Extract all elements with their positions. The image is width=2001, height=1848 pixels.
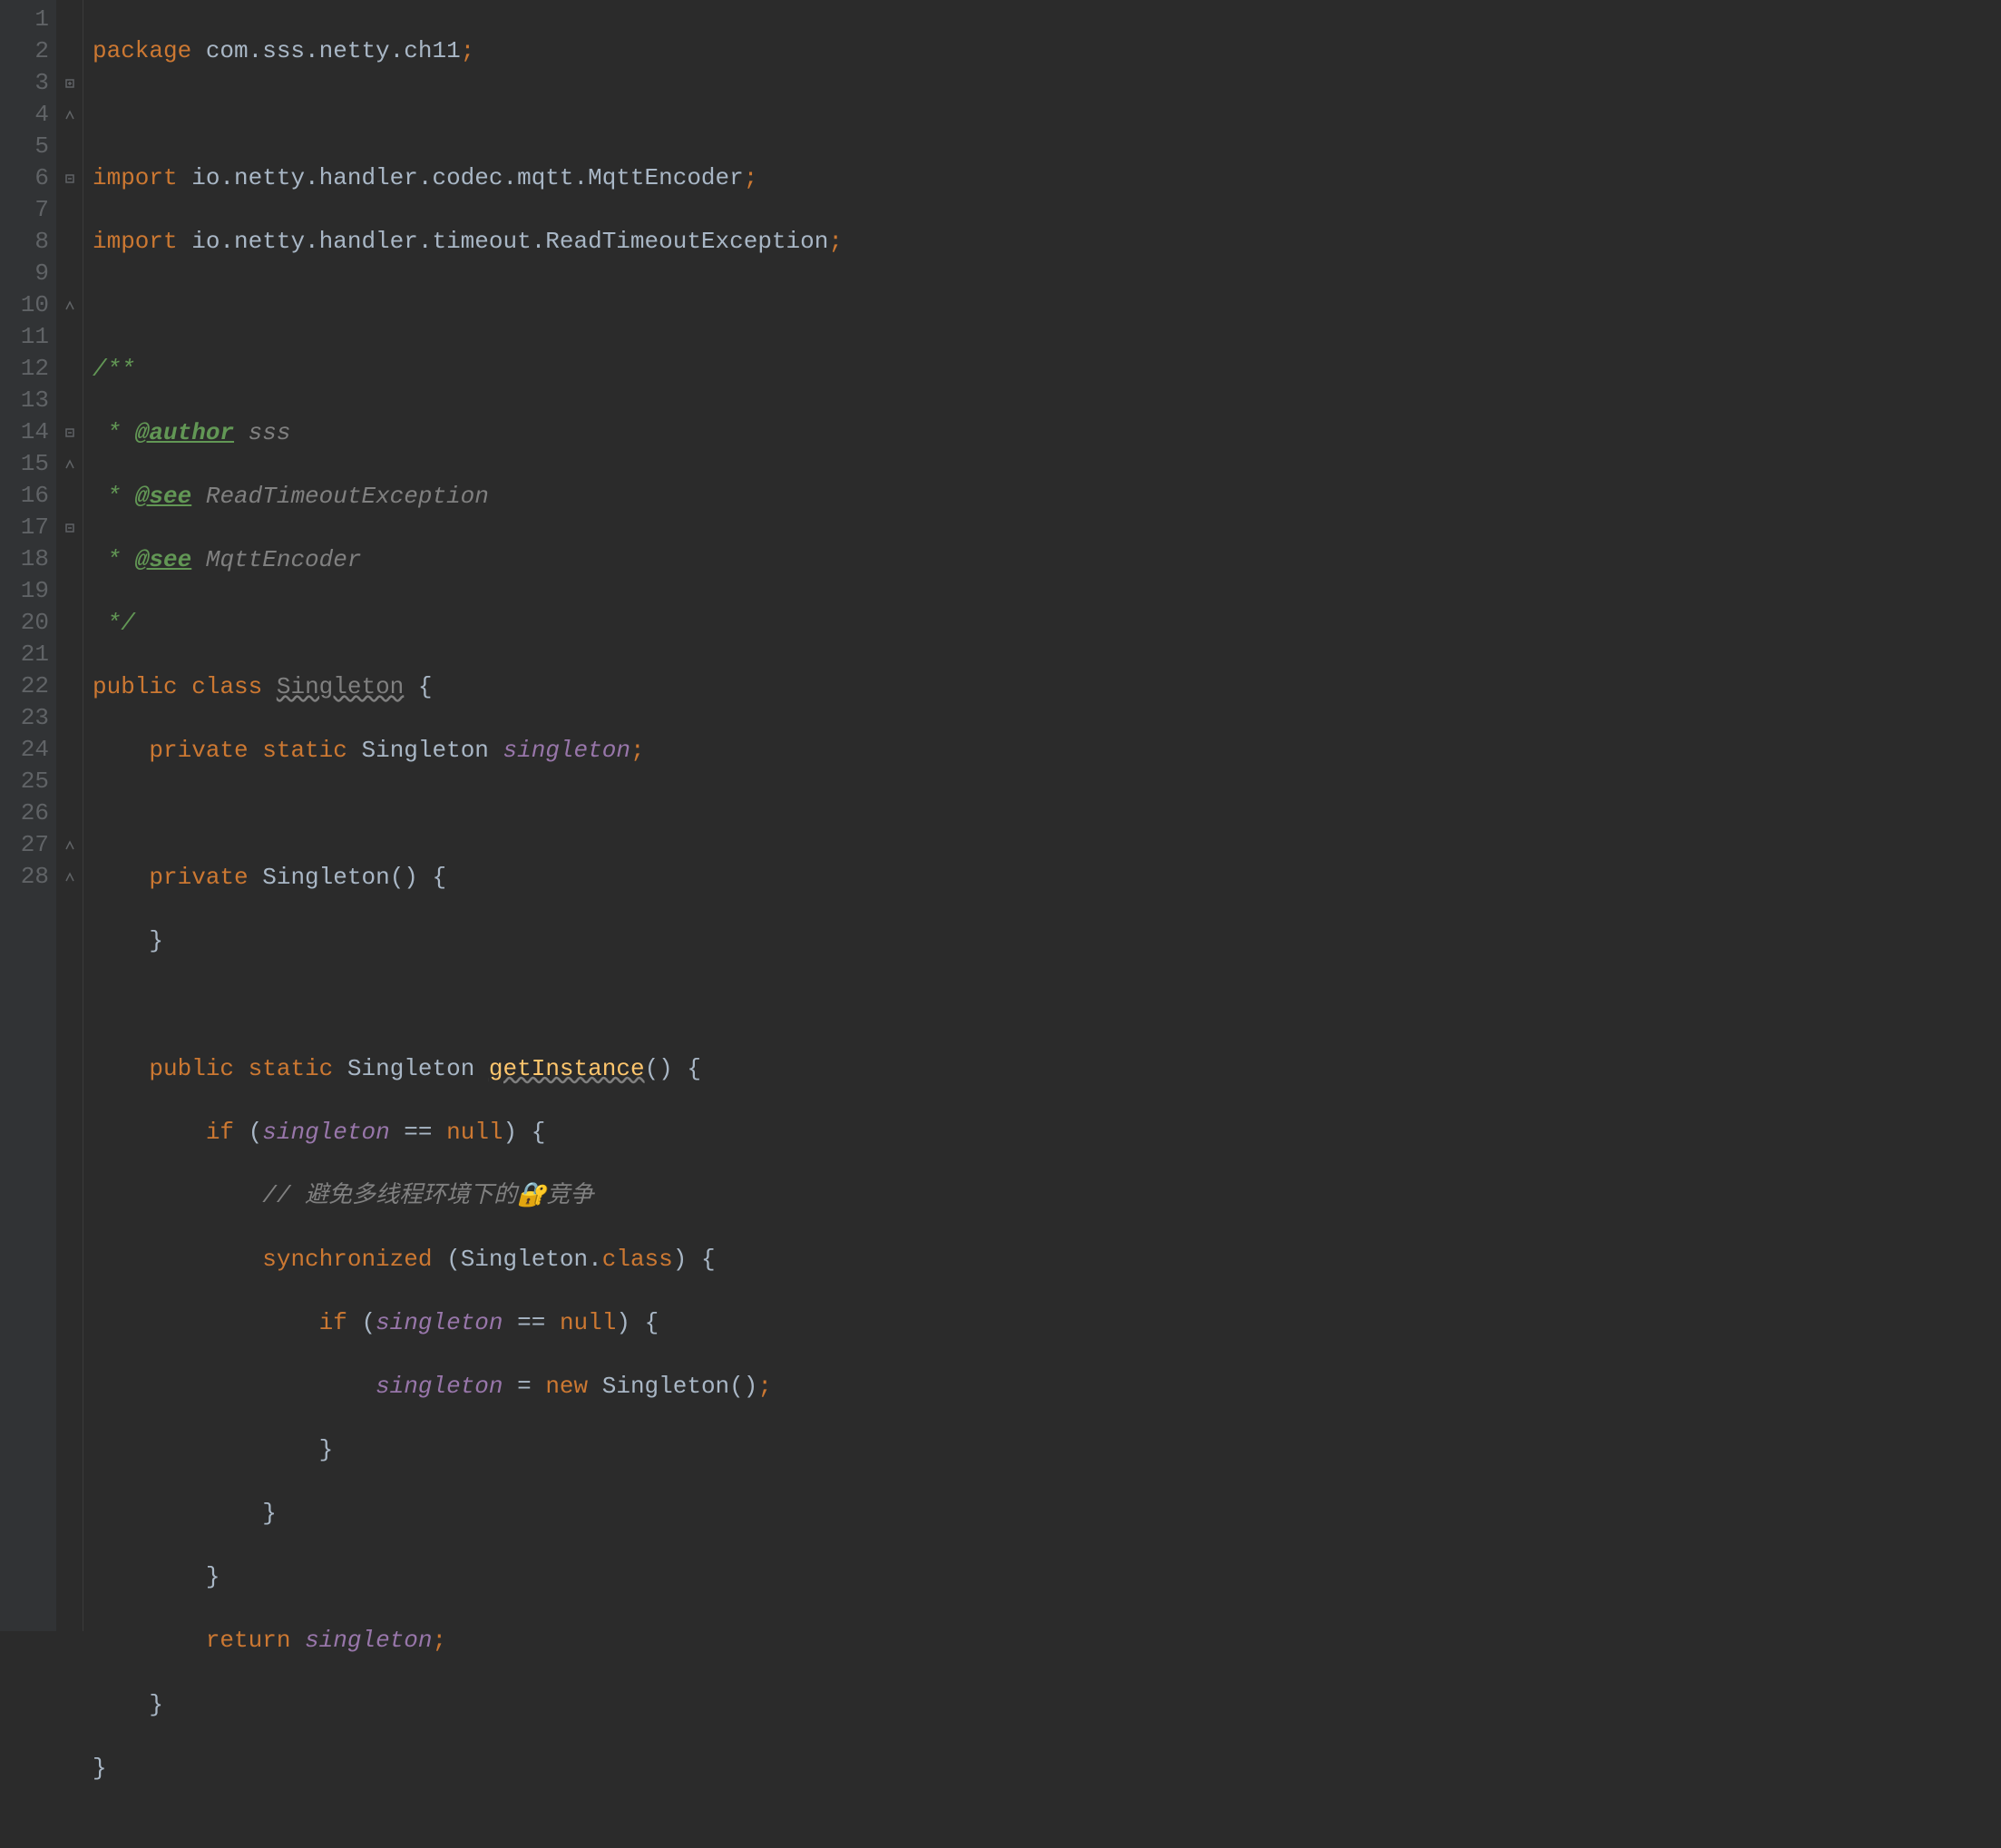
code-line: }: [93, 1689, 2001, 1721]
fold-column: [56, 0, 83, 1631]
fold-marker: [56, 670, 83, 702]
line-number[interactable]: 4: [11, 99, 49, 131]
code-area[interactable]: package com.sss.netty.ch11; import io.ne…: [83, 0, 2001, 1631]
line-number[interactable]: 8: [11, 226, 49, 258]
code-line: package com.sss.netty.ch11;: [93, 35, 2001, 67]
fold-marker: [56, 385, 83, 416]
code-line: [93, 99, 2001, 131]
fold-marker: [56, 607, 83, 639]
line-number[interactable]: 28: [11, 861, 49, 893]
line-number[interactable]: 19: [11, 575, 49, 607]
line-number[interactable]: 18: [11, 543, 49, 575]
line-number[interactable]: 16: [11, 480, 49, 512]
fold-marker: [56, 321, 83, 353]
fold-marker: [56, 4, 83, 35]
fold-expand-icon[interactable]: [56, 67, 83, 99]
line-number[interactable]: 12: [11, 353, 49, 385]
line-number[interactable]: 17: [11, 512, 49, 543]
fold-marker: [56, 575, 83, 607]
fold-marker: [56, 480, 83, 512]
line-number[interactable]: 13: [11, 385, 49, 416]
code-line: }: [93, 1561, 2001, 1593]
line-number[interactable]: 14: [11, 416, 49, 448]
line-number[interactable]: 25: [11, 766, 49, 797]
fold-expand-icon[interactable]: [56, 512, 83, 543]
line-number[interactable]: 6: [11, 162, 49, 194]
code-line: * @see ReadTimeoutException: [93, 481, 2001, 513]
fold-marker: [56, 353, 83, 385]
line-number[interactable]: 26: [11, 797, 49, 829]
line-number[interactable]: 11: [11, 321, 49, 353]
line-number[interactable]: 15: [11, 448, 49, 480]
fold-marker: [56, 131, 83, 162]
code-line: synchronized (Singleton.class) {: [93, 1244, 2001, 1276]
line-number[interactable]: 24: [11, 734, 49, 766]
code-line: [93, 798, 2001, 830]
line-number[interactable]: 9: [11, 258, 49, 289]
code-line: /**: [93, 354, 2001, 386]
fold-marker: [56, 797, 83, 829]
code-line: private static Singleton singleton;: [93, 735, 2001, 767]
fold-collapse-icon[interactable]: [56, 861, 83, 893]
code-line: if (singleton == null) {: [93, 1117, 2001, 1149]
code-line: import io.netty.handler.timeout.ReadTime…: [93, 226, 2001, 258]
code-line: }: [93, 1498, 2001, 1530]
line-number[interactable]: 7: [11, 194, 49, 226]
code-line: public class Singleton {: [93, 671, 2001, 703]
fold-collapse-icon[interactable]: [56, 289, 83, 321]
code-line: }: [93, 1753, 2001, 1784]
line-number[interactable]: 23: [11, 702, 49, 734]
code-line: private Singleton() {: [93, 862, 2001, 894]
code-line: singleton = new Singleton();: [93, 1371, 2001, 1403]
code-line: */: [93, 608, 2001, 640]
code-line: return singleton;: [93, 1625, 2001, 1657]
line-number[interactable]: 1: [11, 4, 49, 35]
fold-collapse-icon[interactable]: [56, 829, 83, 861]
line-number[interactable]: 3: [11, 67, 49, 99]
fold-marker: [56, 35, 83, 67]
fold-collapse-icon[interactable]: [56, 448, 83, 480]
code-line: * @author sss: [93, 417, 2001, 449]
fold-collapse-icon[interactable]: [56, 99, 83, 131]
fold-marker: [56, 766, 83, 797]
fold-marker: [56, 258, 83, 289]
code-line: }: [93, 925, 2001, 957]
code-line: public static Singleton getInstance() {: [93, 1053, 2001, 1085]
line-number[interactable]: 27: [11, 829, 49, 861]
code-line: // 避免多线程环境下的🔐竞争: [93, 1180, 2001, 1212]
code-line: import io.netty.handler.codec.mqtt.MqttE…: [93, 162, 2001, 194]
line-number[interactable]: 2: [11, 35, 49, 67]
code-line: if (singleton == null) {: [93, 1307, 2001, 1339]
line-number[interactable]: 10: [11, 289, 49, 321]
fold-marker: [56, 734, 83, 766]
fold-expand-icon[interactable]: [56, 162, 83, 194]
line-number[interactable]: 5: [11, 131, 49, 162]
fold-expand-icon[interactable]: [56, 416, 83, 448]
fold-marker: [56, 639, 83, 670]
fold-marker: [56, 543, 83, 575]
fold-marker: [56, 702, 83, 734]
code-line: [93, 289, 2001, 321]
code-editor: 1 2 3 4 5 6 7 8 9 10 11 12 13 14 15 16 1…: [0, 0, 2001, 1631]
code-line: }: [93, 1434, 2001, 1466]
fold-marker: [56, 226, 83, 258]
line-number[interactable]: 20: [11, 607, 49, 639]
line-number[interactable]: 22: [11, 670, 49, 702]
line-number[interactable]: 21: [11, 639, 49, 670]
line-number-gutter: 1 2 3 4 5 6 7 8 9 10 11 12 13 14 15 16 1…: [0, 0, 56, 1631]
code-line: * @see MqttEncoder: [93, 544, 2001, 576]
code-line: [93, 990, 2001, 1022]
fold-marker: [56, 194, 83, 226]
